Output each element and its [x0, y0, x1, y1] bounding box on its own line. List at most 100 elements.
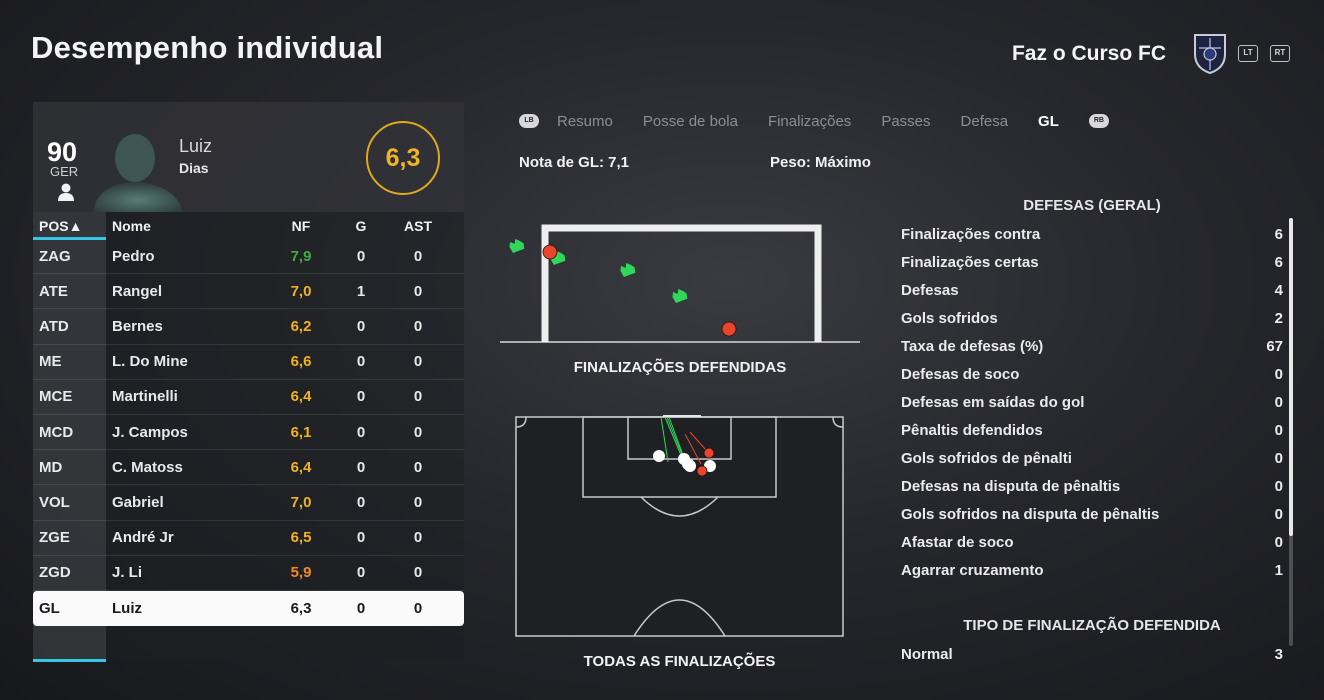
rt-button-icon[interactable]: RT	[1270, 45, 1290, 62]
row-player-name: Martinelli	[112, 388, 178, 406]
stat-row: Finalizações contra 6	[901, 220, 1283, 248]
row-player-name: J. Campos	[112, 423, 188, 441]
table-row[interactable]: GL Luiz 6,3 0 0	[33, 590, 464, 627]
rb-button-icon[interactable]: RB	[1088, 114, 1109, 128]
row-goals: 0	[356, 599, 366, 617]
stat-value: 6	[1274, 225, 1283, 243]
tab-finalizacoes[interactable]: Finalizações	[768, 113, 851, 130]
shot-origin-marker	[653, 450, 665, 462]
tab-passes[interactable]: Passes	[881, 113, 930, 130]
header-nf[interactable]: NF	[281, 212, 321, 239]
table-row[interactable]: MD C. Matoss 6,4 0 0	[33, 450, 464, 486]
row-goals: 0	[356, 458, 366, 476]
row-assists: 0	[413, 493, 423, 511]
page-title: Desempenho individual	[31, 30, 384, 65]
stat-label: Gols sofridos na disputa de pênaltis	[901, 505, 1160, 523]
row-position: ATD	[39, 317, 69, 335]
row-rating: 6,4	[290, 388, 312, 406]
position-column-underline	[33, 659, 106, 662]
stat-label: Finalizações contra	[901, 225, 1041, 243]
row-position: MCD	[39, 423, 74, 441]
header-g[interactable]: G	[343, 212, 379, 239]
stat-value: 0	[1274, 505, 1283, 523]
player-last-name: Dias	[179, 160, 209, 176]
row-rating: 7,0	[290, 282, 312, 300]
table-row[interactable]: ZGE André Jr 6,5 0 0	[33, 521, 464, 556]
table-row[interactable]: ATD Bernes 6,2 0 0	[33, 309, 464, 345]
stat-label: Gols sofridos	[901, 309, 998, 327]
row-position: ZGE	[39, 529, 70, 547]
table-header: POS▲ Nome NF G AST	[33, 212, 464, 240]
row-assists: 0	[413, 599, 423, 617]
row-position: MD	[39, 458, 63, 476]
stats-scrollbar-thumb[interactable]	[1289, 218, 1293, 536]
save-glove-icon	[620, 262, 636, 277]
header-pos[interactable]: POS▲	[39, 212, 82, 239]
stat-value: 0	[1274, 449, 1283, 467]
row-assists: 0	[413, 282, 423, 300]
row-goals: 1	[356, 282, 366, 300]
row-player-name: Pedro	[112, 247, 155, 265]
row-position: VOL	[39, 493, 70, 511]
row-rating: 6,5	[290, 529, 312, 547]
table-row[interactable]: VOL Gabriel 7,0 0 0	[33, 485, 464, 521]
lt-button-icon[interactable]: LT	[1238, 45, 1258, 62]
stat-row: Gols sofridos de pênalti 0	[901, 444, 1283, 472]
table-row[interactable]: MCE Martinelli 6,4 0 0	[33, 380, 464, 415]
shot-origin-marker	[684, 460, 696, 472]
row-player-name: André Jr	[112, 529, 174, 547]
stat-label: Afastar de soco	[901, 533, 1014, 551]
tab-gl[interactable]: GL	[1038, 113, 1059, 130]
stat-row: Agarrar cruzamento 1	[901, 556, 1283, 584]
row-player-name: J. Li	[112, 564, 143, 582]
row-assists: 0	[413, 353, 423, 371]
goal-ball-icon	[721, 321, 737, 337]
saves-stats-list: Finalizações contra 6 Finalizações certas 6…	[901, 220, 1283, 584]
stat-label: Normal	[901, 645, 953, 663]
row-player-name: Rangel	[112, 282, 163, 300]
row-position: ATE	[39, 282, 68, 300]
row-position: GL	[39, 599, 60, 617]
row-goals: 0	[356, 564, 366, 582]
player-position: GER	[50, 164, 79, 179]
saved-shots-goal-map	[500, 224, 860, 343]
header-name[interactable]: Nome	[112, 212, 151, 239]
tab-defesa[interactable]: Defesa	[961, 113, 1009, 130]
stat-row: Gols sofridos 2	[901, 304, 1283, 332]
stat-row: Finalizações certas 6	[901, 248, 1283, 276]
lb-button-icon[interactable]: LB	[519, 114, 539, 128]
row-rating: 6,2	[290, 317, 312, 335]
row-position: ZGD	[39, 564, 71, 582]
row-player-name: Bernes	[112, 317, 163, 335]
table-row[interactable]: ZAG Pedro 7,9 0 0	[33, 239, 464, 275]
row-rating: 6,1	[290, 423, 312, 441]
stat-label: Defesas em saídas do gol	[901, 393, 1085, 411]
stat-value: 2	[1274, 309, 1283, 327]
table-row[interactable]: MCD J. Campos 6,1 0 0	[33, 415, 464, 451]
row-player-name: Luiz	[112, 599, 142, 617]
player-list-panel: 90 GER Luiz Dias 6,3 POS▲ Nome NF G AST …	[33, 102, 464, 662]
table-row[interactable]: ZGD J. Li 5,9 0 0	[33, 556, 464, 591]
table-row[interactable]: ME L. Do Mine 6,6 0 0	[33, 345, 464, 380]
row-rating: 7,0	[290, 493, 312, 511]
tab-resumo[interactable]: Resumo	[557, 113, 613, 130]
stat-row: Taxa de defesas (%) 67	[901, 332, 1283, 360]
row-player-name: C. Matoss	[112, 458, 183, 476]
tab-posse-de-bola[interactable]: Posse de bola	[643, 113, 738, 130]
row-goals: 0	[356, 317, 366, 335]
header-ast[interactable]: AST	[398, 212, 438, 239]
row-position: MCE	[39, 388, 73, 406]
stat-value: 1	[1274, 561, 1283, 579]
goal-ball-icon	[703, 447, 715, 459]
table-row[interactable]: ATE Rangel 7,0 1 0	[33, 274, 464, 310]
stats-tab-bar: LB Resumo Posse de bola Finalizações Pas…	[519, 110, 1109, 132]
weight-label: Peso: Máximo	[770, 154, 871, 171]
goal-ball-icon	[542, 244, 558, 260]
club-name: Faz o Curso FC	[1011, 42, 1166, 65]
row-position: ZAG	[39, 247, 71, 265]
save-glove-icon	[509, 238, 525, 253]
row-rating: 7,9	[290, 247, 312, 265]
stat-value: 4	[1274, 281, 1283, 299]
stat-value: 0	[1274, 393, 1283, 411]
person-icon	[58, 183, 74, 201]
